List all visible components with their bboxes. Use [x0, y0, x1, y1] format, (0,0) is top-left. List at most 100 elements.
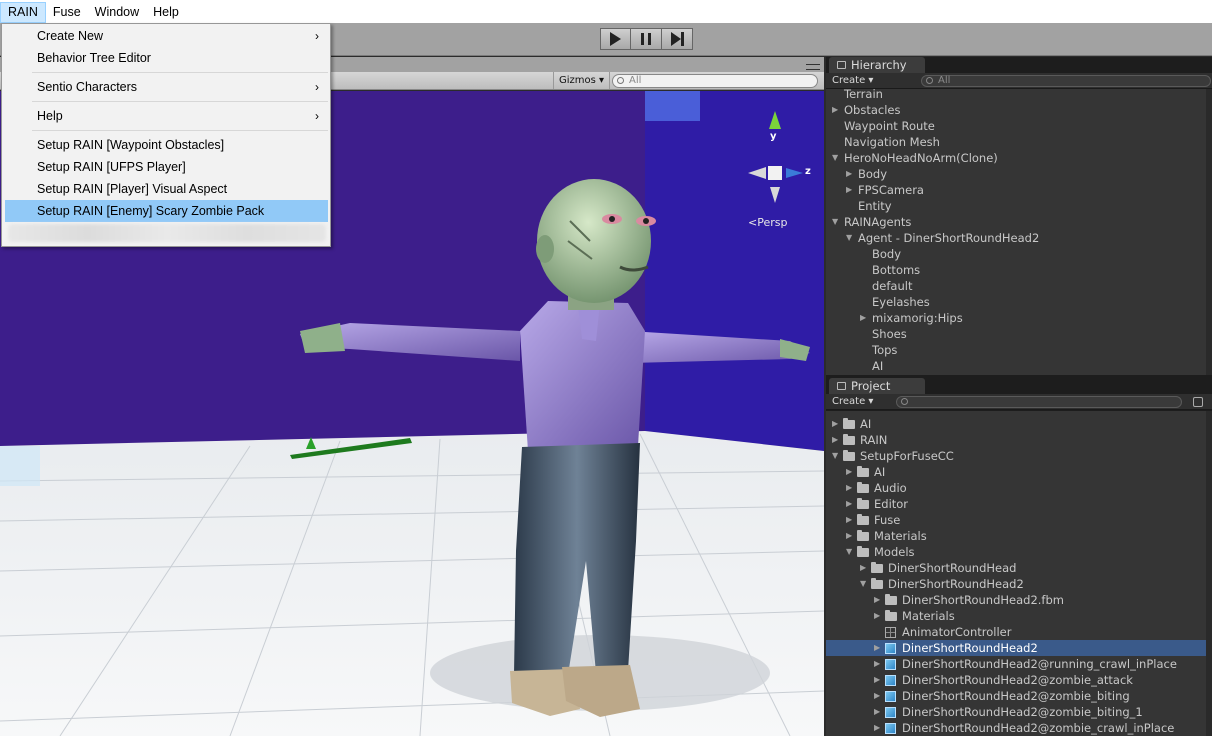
menu-item-setup-ufps-player[interactable]: Setup RAIN [UFPS Player]: [5, 156, 328, 178]
expand-arrow-icon[interactable]: ▶: [846, 182, 852, 198]
list-item[interactable]: Body: [826, 246, 1206, 262]
list-item[interactable]: ▶ DinerShortRoundHead2.fbm: [826, 592, 1206, 608]
list-item[interactable]: default: [826, 278, 1206, 294]
menu-window[interactable]: Window: [88, 2, 146, 23]
menu-item-label: Setup RAIN [UFPS Player]: [37, 160, 186, 174]
gizmos-dropdown[interactable]: Gizmos ▾: [553, 72, 611, 89]
expand-arrow-icon[interactable]: ▶: [832, 416, 838, 432]
list-item[interactable]: ▶ DinerShortRoundHead2@zombie_biting: [826, 688, 1206, 704]
folder-icon: [857, 482, 869, 493]
tab-hierarchy[interactable]: Hierarchy: [829, 57, 925, 73]
list-item[interactable]: Bottoms: [826, 262, 1206, 278]
menu-separator: [32, 72, 328, 73]
menu-fuse[interactable]: Fuse: [46, 2, 88, 23]
list-item[interactable]: ▶ Obstacles: [826, 102, 1206, 118]
list-item[interactable]: ▼ Agent - DinerShortRoundHead2: [826, 230, 1206, 246]
hierarchy-search-input[interactable]: All: [921, 75, 1211, 87]
play-button[interactable]: [600, 28, 631, 50]
menu-item-setup-enemy-scary-zombie[interactable]: Setup RAIN [Enemy] Scary Zombie Pack: [5, 200, 328, 222]
collapse-arrow-icon[interactable]: ▼: [846, 230, 852, 246]
list-item[interactable]: Waypoint Route: [826, 118, 1206, 134]
expand-arrow-icon[interactable]: ▶: [860, 560, 866, 576]
list-item[interactable]: ▶ DinerShortRoundHead2@zombie_attack: [826, 672, 1206, 688]
list-item[interactable]: ▶ DinerShortRoundHead2@zombie_crawl_inPla…: [826, 720, 1206, 736]
project-scrollbar[interactable]: [1206, 411, 1212, 736]
menu-help[interactable]: Help: [146, 2, 186, 23]
list-item[interactable]: AI: [826, 358, 1206, 374]
list-item[interactable]: ▼ RAINAgents: [826, 214, 1206, 230]
menu-item-behavior-tree-editor[interactable]: Behavior Tree Editor: [5, 47, 328, 69]
expand-arrow-icon[interactable]: ▶: [832, 102, 838, 118]
expand-arrow-icon[interactable]: ▶: [860, 310, 866, 326]
expand-arrow-icon[interactable]: ▶: [874, 704, 880, 720]
list-item[interactable]: ▼ HeroNoHeadNoArm(Clone): [826, 150, 1206, 166]
menu-item-help[interactable]: Help ›: [5, 105, 328, 127]
blurred-menu-item[interactable]: [8, 224, 326, 242]
list-item[interactable]: Terrain: [826, 89, 1206, 102]
list-item[interactable]: ▼ Models: [826, 544, 1206, 560]
expand-arrow-icon[interactable]: ▶: [832, 432, 838, 448]
list-item[interactable]: Navigation Mesh: [826, 134, 1206, 150]
list-item[interactable]: Eyelashes: [826, 294, 1206, 310]
list-item[interactable]: AnimatorController: [826, 624, 1206, 640]
step-button[interactable]: [662, 28, 693, 50]
collapse-arrow-icon[interactable]: ▼: [832, 214, 838, 230]
list-item-selected[interactable]: ▶ DinerShortRoundHead2: [826, 640, 1206, 656]
expand-arrow-icon[interactable]: ▶: [846, 166, 852, 182]
expand-arrow-icon[interactable]: ▶: [846, 512, 852, 528]
menu-item-create-new[interactable]: Create New ›: [5, 25, 328, 47]
pause-button[interactable]: [631, 28, 662, 50]
list-item[interactable]: ▶ DinerShortRoundHead2@running_crawl_inPl…: [826, 656, 1206, 672]
list-item[interactable]: ▶ DinerShortRoundHead2@zombie_biting_1: [826, 704, 1206, 720]
hierarchy-tabbar: Hierarchy: [826, 57, 1212, 73]
menu-item-sentio-characters[interactable]: Sentio Characters ›: [5, 76, 328, 98]
scene-search-input[interactable]: All: [612, 74, 818, 88]
expand-arrow-icon[interactable]: ▶: [874, 672, 880, 688]
scene-search-placeholder: All: [629, 75, 642, 86]
menu-item-setup-player-visual-aspect[interactable]: Setup RAIN [Player] Visual Aspect: [5, 178, 328, 200]
list-item[interactable]: ▶ Fuse: [826, 512, 1206, 528]
list-item[interactable]: ▶ Audio: [826, 480, 1206, 496]
hierarchy-create-button[interactable]: Create ▾: [832, 74, 873, 88]
list-item[interactable]: ▶ AI: [826, 464, 1206, 480]
expand-arrow-icon[interactable]: ▶: [846, 480, 852, 496]
list-item[interactable]: ▼ SetupForFuseCC: [826, 448, 1206, 464]
list-item[interactable]: ▼ DinerShortRoundHead2: [826, 576, 1206, 592]
expand-arrow-icon[interactable]: ▶: [874, 656, 880, 672]
list-item[interactable]: ▶ FPSCamera: [826, 182, 1206, 198]
list-item[interactable]: Entity: [826, 198, 1206, 214]
expand-arrow-icon[interactable]: ▶: [874, 608, 880, 624]
project-create-button[interactable]: Create ▾: [832, 395, 873, 409]
list-item[interactable]: ▶ AI: [826, 416, 1206, 432]
expand-arrow-icon[interactable]: ▶: [874, 720, 880, 736]
list-item[interactable]: ▶ RAIN: [826, 432, 1206, 448]
collapse-arrow-icon[interactable]: ▼: [832, 150, 838, 166]
list-item[interactable]: ▶ DinerShortRoundHead: [826, 560, 1206, 576]
list-item[interactable]: ▶ Materials: [826, 528, 1206, 544]
list-item[interactable]: ▶ Materials: [826, 608, 1206, 624]
list-item[interactable]: Tops: [826, 342, 1206, 358]
hierarchy-scrollbar[interactable]: [1206, 89, 1212, 375]
perspective-label[interactable]: <Persp: [748, 216, 787, 229]
collapse-arrow-icon[interactable]: ▼: [860, 576, 866, 592]
collapse-arrow-icon[interactable]: ▼: [846, 544, 852, 560]
collapse-arrow-icon[interactable]: ▼: [832, 448, 838, 464]
expand-arrow-icon[interactable]: ▶: [874, 592, 880, 608]
tab-project[interactable]: Project: [829, 378, 925, 394]
project-search-input[interactable]: [896, 396, 1182, 408]
list-item[interactable]: ▶ Body: [826, 166, 1206, 182]
expand-arrow-icon[interactable]: ▶: [874, 688, 880, 704]
expand-arrow-icon[interactable]: ▶: [874, 640, 880, 656]
list-item[interactable]: Shoes: [826, 326, 1206, 342]
panel-menu-icon[interactable]: [806, 64, 820, 70]
playback-controls: [600, 28, 693, 50]
expand-arrow-icon[interactable]: ▶: [846, 528, 852, 544]
menu-item-setup-waypoint-obstacles[interactable]: Setup RAIN [Waypoint Obstacles]: [5, 134, 328, 156]
menu-item-label: Create New: [37, 29, 103, 43]
list-item[interactable]: ▶ mixamorig:Hips: [826, 310, 1206, 326]
expand-arrow-icon[interactable]: ▶: [846, 464, 852, 480]
filter-icon[interactable]: [1193, 397, 1203, 407]
menu-rain[interactable]: RAIN: [0, 1, 46, 23]
expand-arrow-icon[interactable]: ▶: [846, 496, 852, 512]
list-item[interactable]: ▶ Editor: [826, 496, 1206, 512]
